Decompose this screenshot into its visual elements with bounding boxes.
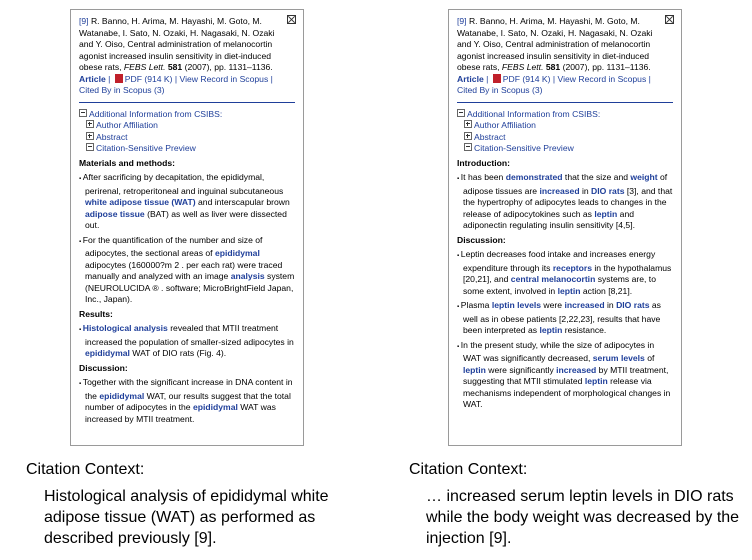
- citation-preview-toggle[interactable]: Citation-Sensitive Preview: [457, 143, 673, 155]
- citation-popup-left: [9] R. Banno, H. Arima, M. Hayashi, M. G…: [70, 9, 304, 446]
- highlighted-term: leptin: [557, 285, 581, 296]
- divider: [457, 101, 673, 103]
- highlighted-term: epididymal: [85, 348, 130, 358]
- expand-icon: [464, 120, 472, 128]
- highlighted-term: adipose tissue: [85, 208, 145, 219]
- pdf-link[interactable]: PDF (914 K): [125, 74, 173, 84]
- highlighted-term: DIO rats: [616, 300, 650, 310]
- preview-snippet: It has been demonstrated that the size a…: [457, 172, 673, 232]
- reference-links: Article | PDF (914 K) | View Record in S…: [457, 73, 651, 95]
- highlighted-term: leptin: [463, 364, 486, 375]
- citation-context-label: Citation Context:: [409, 461, 528, 478]
- reference-links: Article | PDF (914 K) | View Record in S…: [79, 73, 273, 95]
- citation-context-label: Citation Context:: [26, 461, 145, 478]
- highlighted-term: leptin: [539, 325, 563, 335]
- preview-snippet: Histological analysis revealed that MTII…: [79, 323, 295, 360]
- pdf-link[interactable]: PDF (914 K): [503, 74, 551, 84]
- snippet-text: in: [579, 185, 592, 196]
- highlighted-term: increased: [539, 185, 580, 196]
- snippet-text: were: [541, 300, 565, 310]
- preview-snippet: In the present study, while the size of …: [457, 340, 673, 411]
- ref-number[interactable]: [9]: [79, 16, 89, 26]
- article-link[interactable]: Article: [79, 74, 106, 84]
- highlighted-term: epididymal: [99, 390, 145, 401]
- snippet-text: action [8,21].: [580, 285, 633, 296]
- cited-by-link[interactable]: Cited By in Scopus (3): [457, 85, 543, 95]
- highlighted-term: epididymal: [192, 402, 238, 412]
- author-affiliation-toggle[interactable]: Author Affiliation: [457, 120, 673, 132]
- expand-icon: [86, 131, 94, 140]
- abstract-toggle[interactable]: Abstract: [79, 131, 295, 144]
- view-record-link[interactable]: View Record in Scopus: [180, 74, 269, 84]
- article-link[interactable]: Article: [457, 74, 484, 84]
- highlighted-term: analysis: [230, 271, 265, 281]
- ref-number[interactable]: [9]: [457, 16, 467, 26]
- highlighted-term: receptors: [552, 262, 592, 273]
- preview-sections: Introduction: It has been demonstrated th…: [457, 158, 673, 411]
- preview-snippet: After sacrificing by decapitation, the e…: [79, 172, 295, 232]
- snippet-text: that the size and: [562, 172, 631, 182]
- highlighted-term: increased: [564, 300, 605, 310]
- preview-snippet: For the quantification of the number and…: [79, 235, 295, 306]
- reference-text: [9] R. Banno, H. Arima, M. Hayashi, M. G…: [79, 16, 275, 72]
- expand-icon: [86, 120, 94, 128]
- snippet-text: Plasma: [460, 300, 492, 310]
- snippet-text: After sacrificing by decapitation, the e…: [82, 172, 284, 196]
- close-icon[interactable]: [287, 15, 296, 24]
- preview-snippet: Plasma leptin levels were increased in D…: [457, 300, 673, 337]
- highlighted-term: white adipose tissue (WAT): [85, 197, 196, 207]
- preview-sections: Materials and methods: After sacrificing …: [79, 158, 295, 426]
- highlighted-term: central melanocortin: [510, 274, 596, 284]
- section-heading: Introduction:: [457, 157, 510, 168]
- highlighted-term: leptin levels: [491, 300, 542, 310]
- collapse-icon: [79, 108, 87, 117]
- snippet-text: of: [644, 353, 655, 363]
- highlighted-term: DIO rats: [591, 185, 625, 196]
- divider: [79, 101, 295, 103]
- cited-by-link[interactable]: Cited By in Scopus (3): [79, 85, 165, 95]
- snippet-text: WAT of DIO rats (Fig. 4).: [129, 348, 227, 358]
- section-heading: Materials and methods:: [79, 157, 175, 168]
- citation-popup-right: [9] R. Banno, H. Arima, M. Hayashi, M. G…: [448, 9, 682, 446]
- collapse-icon: [86, 143, 94, 151]
- highlighted-term: leptin: [584, 376, 608, 386]
- collapse-icon: [464, 143, 472, 151]
- additional-info-toggle[interactable]: Additional Information from CSIBS:: [79, 108, 295, 121]
- additional-info-toggle[interactable]: Additional Information from CSIBS:: [457, 108, 673, 121]
- snippet-text: in: [604, 300, 617, 310]
- abstract-toggle[interactable]: Abstract: [457, 131, 673, 144]
- pdf-icon: [114, 73, 123, 83]
- preview-snippet: Together with the significant increase i…: [79, 377, 295, 425]
- pdf-icon: [492, 73, 501, 83]
- snippet-text: and interscapular brown: [195, 197, 290, 207]
- highlighted-term: Histological analysis: [82, 323, 168, 333]
- highlighted-term: serum levels: [592, 353, 645, 363]
- citation-preview-toggle[interactable]: Citation-Sensitive Preview: [79, 143, 295, 155]
- section-heading: Results:: [79, 308, 113, 319]
- reference-text: [9] R. Banno, H. Arima, M. Hayashi, M. G…: [457, 16, 653, 72]
- snippet-text: It has been: [460, 172, 506, 182]
- highlighted-term: demonstrated: [505, 172, 563, 182]
- author-affiliation-toggle[interactable]: Author Affiliation: [79, 120, 295, 132]
- snippet-text: were significantly: [485, 364, 557, 375]
- highlighted-term: epididymal: [214, 248, 260, 258]
- snippet-text: resistance.: [562, 325, 607, 335]
- view-record-link[interactable]: View Record in Scopus: [558, 74, 647, 84]
- highlighted-term: increased: [556, 364, 597, 375]
- highlighted-term: weight: [630, 172, 658, 182]
- citation-context-text: Histological analysis of epididymal whit…: [44, 488, 329, 547]
- collapse-icon: [457, 108, 465, 117]
- preview-snippet: Leptin decreases food intake and increas…: [457, 249, 673, 297]
- section-heading: Discussion:: [457, 234, 506, 245]
- highlighted-term: leptin: [594, 208, 618, 219]
- expand-icon: [464, 131, 472, 140]
- citation-context-text: … increased serum leptin levels in DIO r…: [426, 488, 740, 547]
- section-heading: Discussion:: [79, 362, 128, 373]
- close-icon[interactable]: [665, 15, 674, 24]
